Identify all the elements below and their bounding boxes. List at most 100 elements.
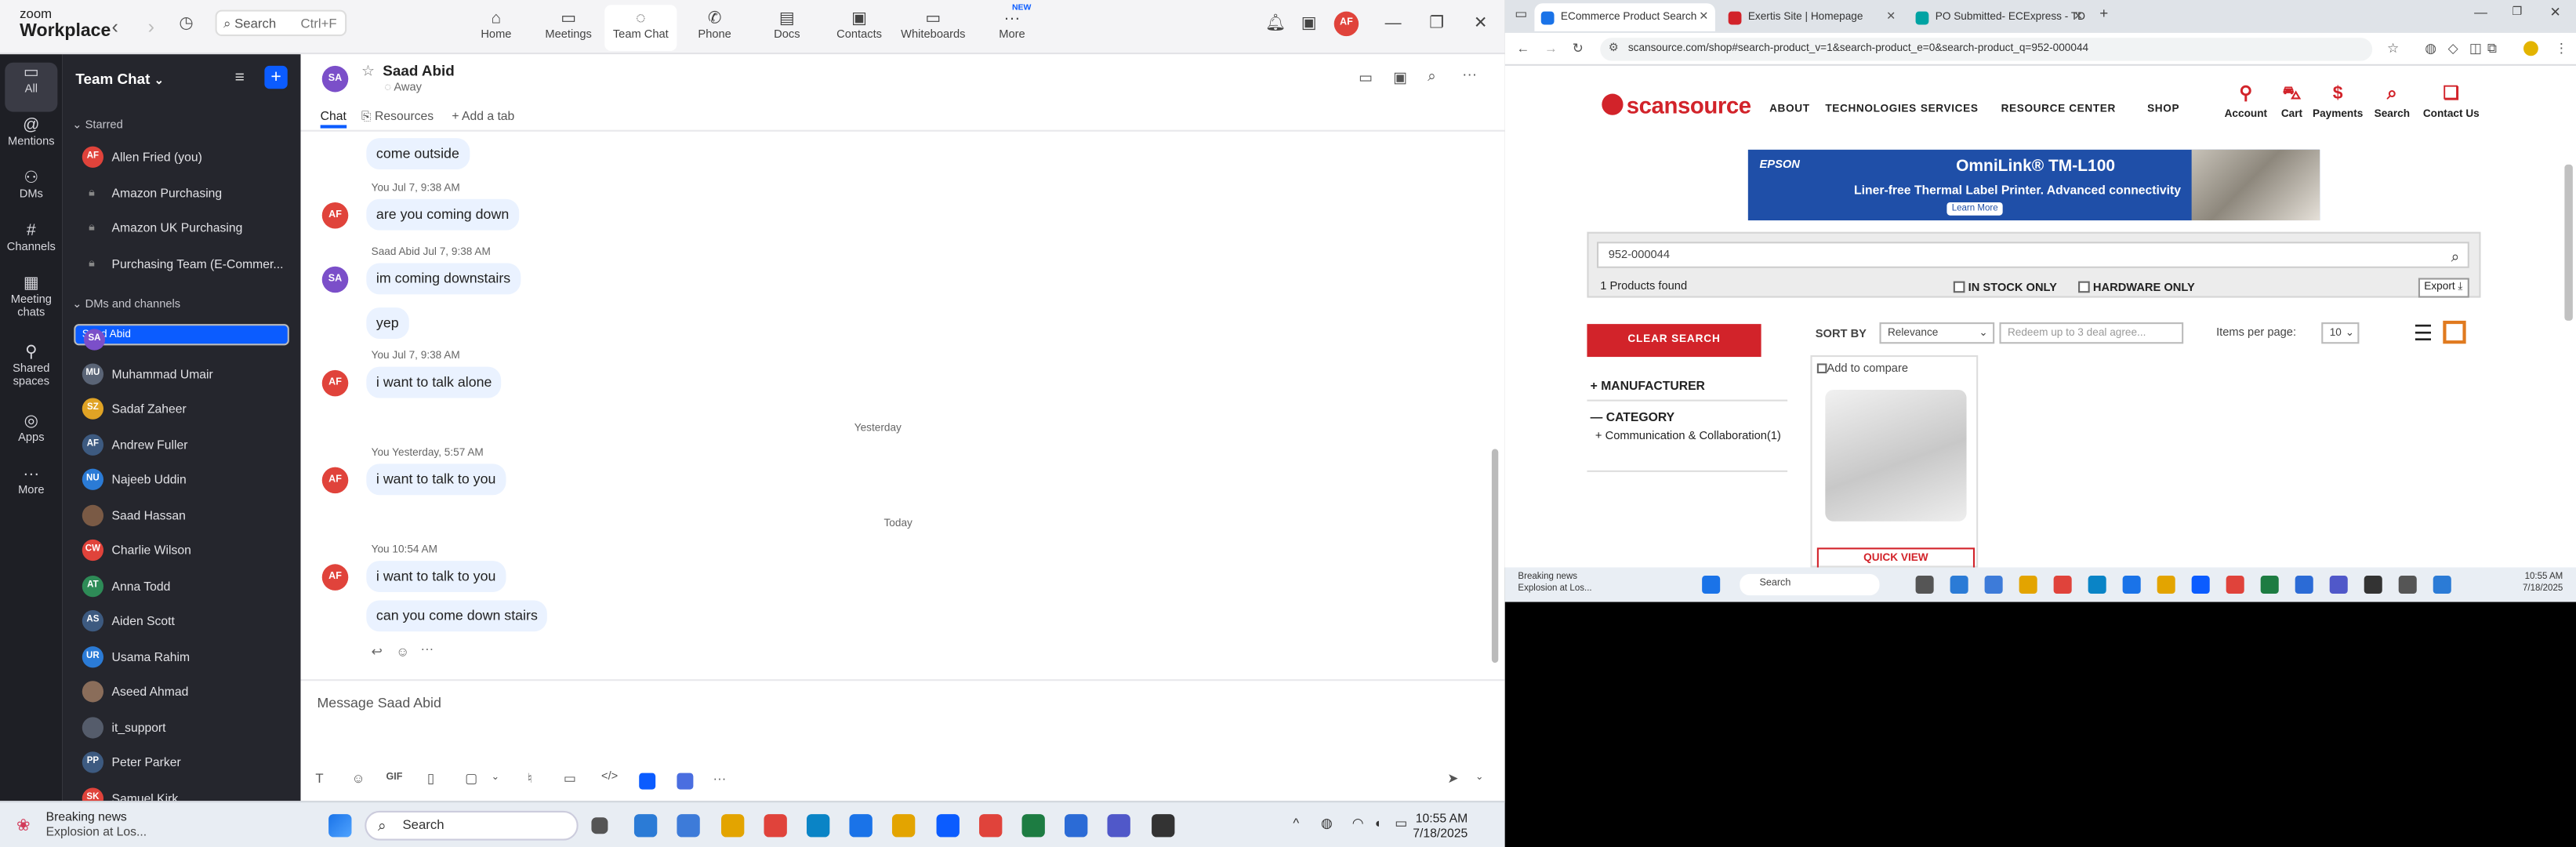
windows-start-icon[interactable] [328,814,352,838]
snipping-icon[interactable] [1108,814,1131,838]
sidebar-item-dm[interactable]: MU Muhammad Umair [74,359,289,387]
task-view-icon[interactable] [591,817,608,834]
remote-taskbar-app-icon[interactable] [2329,575,2348,594]
nav-shop[interactable]: SHOP [2147,104,2179,115]
message-avatar[interactable]: AF [321,369,349,397]
search-icon[interactable]: ⌕ [2451,243,2460,270]
compare-checkbox[interactable]: Add to compare [1816,363,1908,375]
microphone-icon[interactable]: ♮ [528,772,532,787]
hardware-only-checkbox[interactable]: HARDWARE ONLY [2078,281,2195,294]
gif-button[interactable]: GIF [386,773,402,783]
rail-meeting-chats[interactable]: ▦ Meeting chats [0,275,63,321]
nav-team-chat[interactable]: ◌ Team Chat [604,5,677,52]
redeem-input[interactable]: Redeem up to 3 deal agree... [1999,322,2184,344]
minimize-icon[interactable]: — [2474,5,2487,20]
remote-taskbar-app-icon[interactable] [2053,575,2072,594]
outlook-icon[interactable] [892,814,916,838]
message-avatar[interactable]: SA [321,266,349,293]
message-bubble[interactable]: i want to talk to you [366,561,506,592]
sidebar-item-dm[interactable]: CW Charlie Wilson [74,536,289,565]
user-avatar[interactable]: AF [1333,11,1359,37]
wifi-icon[interactable]: ◠ [1352,816,1364,831]
remote-taskbar-app-icon[interactable] [1950,575,1968,594]
chevron-down-icon[interactable]: ⌄ [492,772,500,783]
promo-banner[interactable]: EPSON OmniLink® TM-L100 Liner-free Therm… [1747,149,2320,221]
news-widget[interactable]: ❀ Breaking news Explosion at Los... [16,809,147,839]
remote-taskbar-app-icon[interactable] [2364,575,2382,594]
message-bubble[interactable]: are you coming down [366,198,519,231]
video-icon[interactable]: ▭ [1359,69,1373,87]
chrome-tab-1[interactable]: Exertis Site | Homepage ✕ [1722,3,1903,31]
puzzle-icon[interactable]: ⧉ [2487,41,2497,57]
page-scrollbar[interactable] [2564,164,2573,321]
folder-icon[interactable] [634,814,658,838]
rail-all[interactable]: ▭ All [5,62,58,112]
rail-mentions[interactable]: @ Mentions [0,118,63,150]
sidebar-item-dm[interactable]: PP Peter Parker [74,748,289,776]
message-bubble[interactable]: can you come down stairs [366,600,548,632]
more-icon[interactable]: ··· [713,772,727,787]
text-format-icon[interactable]: T [315,772,323,787]
search-link[interactable]: ⌕ Search [2364,79,2420,120]
remote-taskbar-app-icon[interactable] [2019,575,2037,594]
list-view-icon[interactable]: ☰ [2414,321,2433,347]
clock[interactable]: 10:55 AM 7/18/2025 [1413,811,1468,841]
share-screen-icon[interactable]: ▣ [1393,69,1407,87]
rail-shared-spaces[interactable]: ⚲ Shared spaces [0,344,63,390]
search-box[interactable]: ⌕ Search Ctrl+F [215,9,347,37]
rail-apps[interactable]: ◎ Apps [0,413,63,446]
quick-view-button[interactable]: QUICK VIEW [1816,547,1976,568]
rail-more[interactable]: ··· More [0,467,63,499]
bell-icon[interactable]: 🔔︎ [1265,15,1286,33]
sidebar-item-dm[interactable]: SA Saad Abid [74,324,289,351]
minimize-icon[interactable]: — [1385,15,1402,33]
folder-icon[interactable] [764,814,787,838]
message-avatar[interactable]: AF [321,202,349,229]
remote-taskbar-app-icon[interactable] [1984,575,2003,594]
reload-icon[interactable]: ↻ [1573,41,1584,56]
sidebar-item-dm[interactable]: UR Usama Rahim [74,642,289,671]
remote-taskbar-app-icon[interactable] [2433,575,2451,594]
back-arrow-icon[interactable]: ‹ [112,15,118,38]
message-avatar[interactable]: AF [321,564,349,591]
extension-icon[interactable]: ◫ [2469,41,2482,56]
chrome-icon[interactable] [806,814,830,838]
sidebar-item-dm[interactable]: AT Anna Todd [74,572,289,600]
nav-about[interactable]: ABOUT [1769,104,1810,115]
sidebar-item-dm[interactable]: Saad Hassan [74,501,289,529]
nav-resource-center[interactable]: RESOURCE CENTER [2001,104,2116,115]
payments-link[interactable]: $ Payments [2310,79,2366,120]
export-button[interactable]: Export ⤓ [2417,278,2469,298]
chat-avatar[interactable]: SA [321,65,349,93]
mailbox-icon[interactable]: ▣ [1301,15,1317,33]
remote-taskbar-app-icon[interactable] [2295,575,2313,594]
chrome-tab-0[interactable]: ECommerce Product Search ✕ [1534,3,1715,31]
sidebar-item[interactable]: AF Allen Fried (you) [74,143,289,171]
chrome-tab-2[interactable]: PO Submitted- ECExpress - TD ✕ [1909,3,2090,31]
close-icon[interactable]: ✕ [1699,3,1708,31]
sidebar-item[interactable]: 🔒︎ Amazon Purchasing [74,179,289,207]
nav-meetings[interactable]: ▭ Meetings [532,5,604,51]
product-card[interactable]: Add to compare QUICK VIEW [1810,354,1979,568]
remote-taskbar-app-icon[interactable] [2398,575,2417,594]
calculator-icon[interactable] [720,814,744,838]
remote-taskbar-app-icon[interactable] [2157,575,2175,594]
close-icon[interactable]: ✕ [1474,15,1488,33]
remote-taskbar-app-icon[interactable] [2260,575,2279,594]
in-stock-checkbox[interactable]: IN STOCK ONLY [1953,281,2057,294]
remote-taskbar-app-icon[interactable] [1915,575,1934,594]
back-arrow-icon[interactable]: ← [1516,41,1529,56]
nav-whiteboards[interactable]: ▭ Whiteboards [897,5,969,51]
chrome-icon[interactable] [1021,814,1045,838]
app-icon[interactable] [677,814,701,838]
file-icon[interactable]: ▯ [427,772,434,787]
remote-taskbar-app-icon[interactable] [2088,575,2106,594]
chevron-down-icon[interactable]: ⌄ [1475,772,1484,783]
grid-view-icon[interactable] [2443,320,2466,344]
teams-icon[interactable] [1151,814,1174,838]
url-field[interactable]: ⚙ scansource.com/shop#search-product_v=1&… [1600,38,2373,61]
sidebar-item-dm[interactable]: SK Samuel Kirk [74,783,289,802]
tray-icon[interactable]: ◍ [1321,816,1333,831]
send-icon[interactable]: ➤ [1447,772,1458,787]
excel-icon[interactable] [1065,814,1088,838]
